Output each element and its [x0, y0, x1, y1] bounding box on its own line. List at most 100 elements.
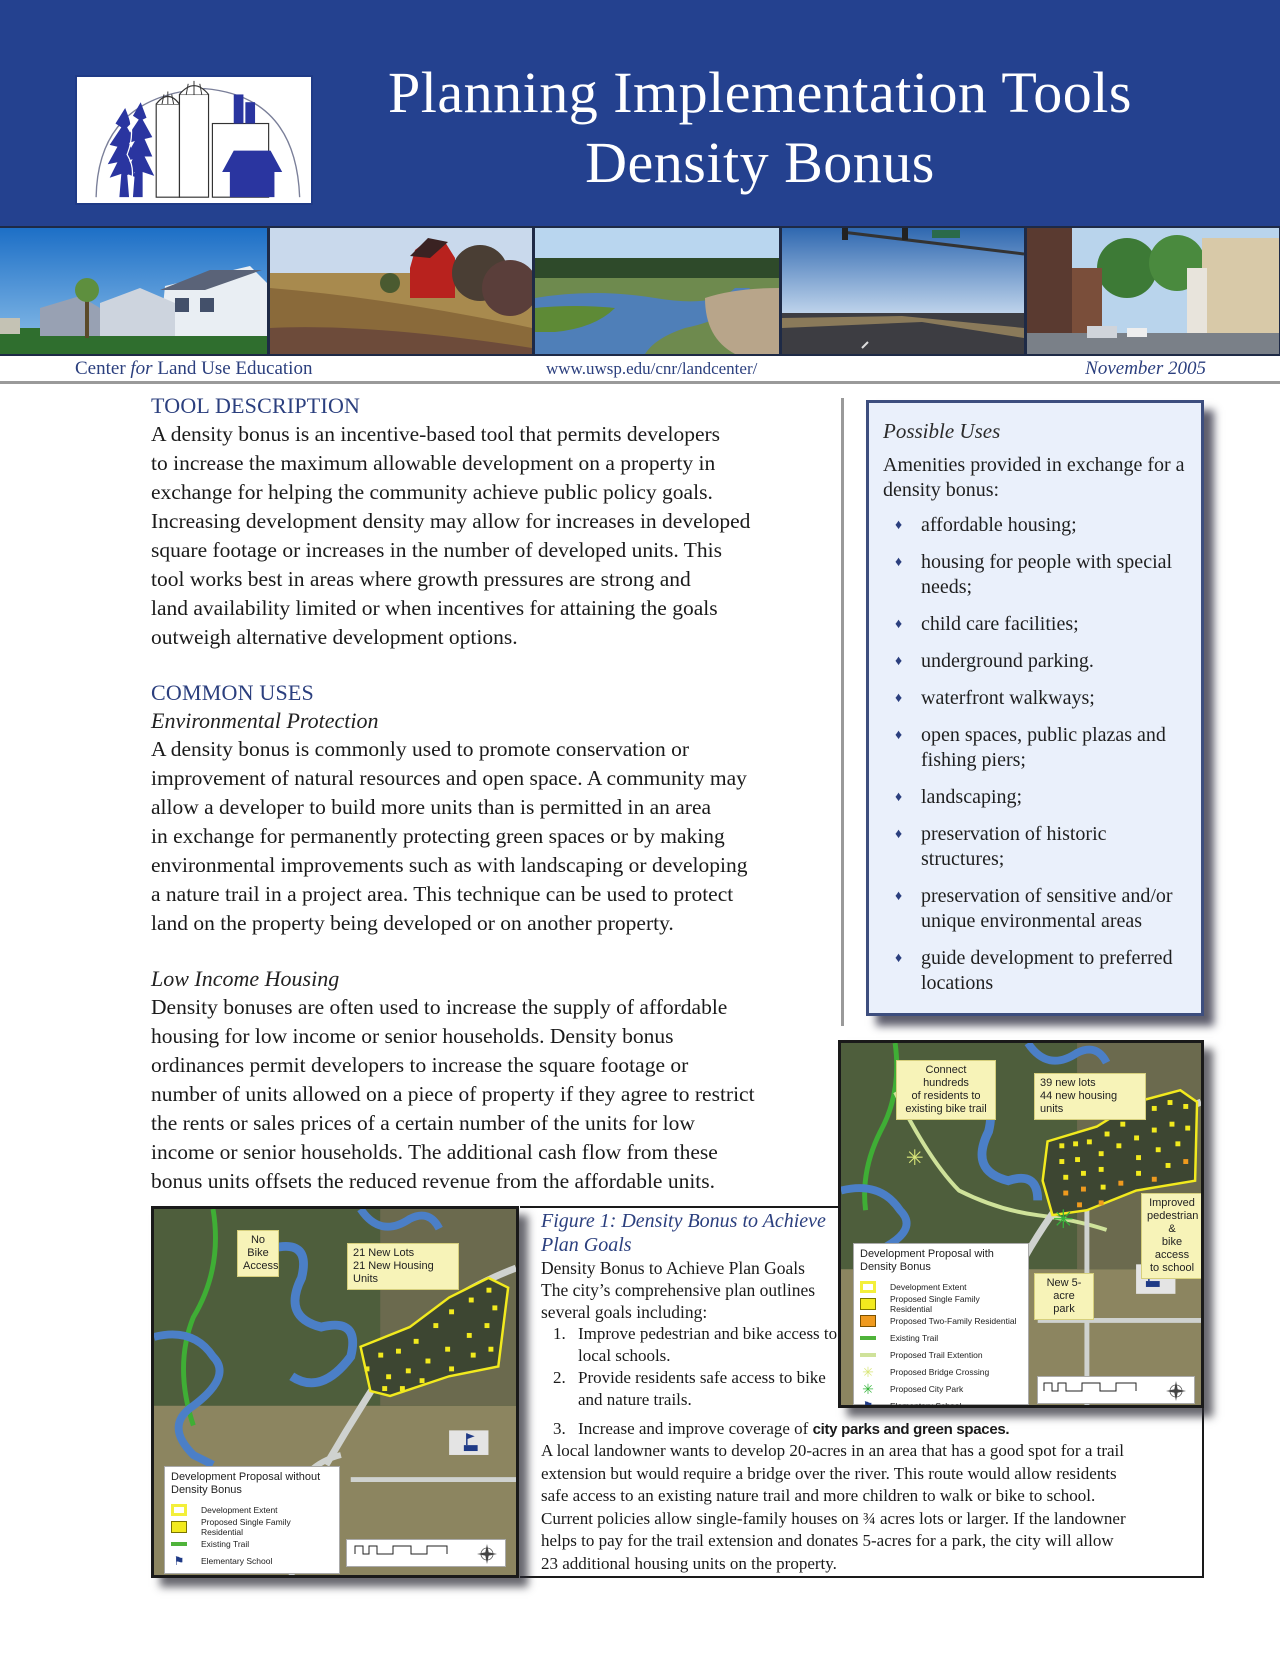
possible-uses-intro: Amenities provided in exchange for a den… — [883, 454, 1185, 501]
list-item: 1. Improve pedestrian and bike access to … — [553, 1324, 838, 1365]
extent-swatch-icon — [860, 1280, 876, 1293]
center-logo — [75, 75, 313, 205]
logo-farm-icon — [95, 80, 301, 198]
figure-title: Figure 1: Density Bonus to Achieve Plan … — [541, 1210, 826, 1256]
single-family-swatch-icon — [171, 1520, 187, 1533]
possible-uses-sidebar: Possible Uses Amenities provided in exch… — [866, 400, 1204, 1016]
svg-text:✳: ✳ — [906, 1146, 924, 1170]
column-divider — [841, 398, 844, 1026]
main-column: TOOL DESCRIPTION A density bonus is an i… — [151, 392, 831, 1196]
map-legend-with: Development Proposal with Density Bonus … — [853, 1243, 1029, 1405]
school-flag-icon: ⚑ — [862, 1398, 874, 1408]
legend-row: Proposed Single Family Residential — [860, 1294, 1022, 1314]
legend-row: ✳ Proposed Bridge Crossing — [860, 1363, 1022, 1380]
callout-connect-residents: Connect hundreds of residents to existin… — [896, 1060, 996, 1120]
city-park-icon: ✳ — [862, 1380, 874, 1397]
environmental-protection-heading: Environmental Protection — [151, 708, 379, 733]
low-income-housing-heading: Low Income Housing — [151, 966, 340, 991]
tool-description-heading: TOOL DESCRIPTION — [151, 393, 361, 418]
svg-text:✳: ✳ — [1053, 1205, 1074, 1234]
publication-date: November 2005 — [1085, 358, 1206, 379]
diamond-bullet-icon: ♦ — [895, 654, 903, 669]
legend-row: ✳ Proposed City Park — [860, 1380, 1022, 1397]
map-with-density-bonus: ✳ ✳ Connect hundreds of residents to exi… — [838, 1040, 1204, 1408]
callout-39-new-lots: 39 new lots 44 new housing units — [1034, 1073, 1146, 1120]
title-line-2: Density Bonus — [585, 130, 935, 195]
possible-uses-list: ♦ affordable housing; ♦ housing for people… — [883, 513, 1189, 996]
tool-description-body: A density bonus is an incentive-based to… — [151, 422, 751, 649]
figure-intro: The city’s comprehensive plan outlines s… — [541, 1280, 816, 1322]
trail-swatch-icon — [171, 1541, 187, 1546]
legend-row: Proposed Single Family Residential — [171, 1517, 333, 1537]
publisher-url-link[interactable]: www.uwsp.edu/cnr/landcenter/ — [546, 359, 757, 379]
list-item: ♦ child care facilities; — [895, 613, 1079, 635]
legend-title: Development Proposal with Density Bonus — [860, 1248, 994, 1273]
low-income-housing-body: Density bonuses are often used to increa… — [151, 995, 755, 1193]
legend-row: Development Extent — [860, 1278, 1022, 1295]
proposed-trail-swatch-icon — [860, 1352, 876, 1357]
map-scale-bar — [346, 1539, 506, 1567]
publication-info-bar: Center for Land Use Education www.uwsp.e… — [0, 356, 1280, 384]
header-banner: Planning Implementation Tools Density Bo… — [0, 0, 1280, 228]
main-street-town-photo — [1027, 228, 1279, 354]
single-family-swatch-icon — [860, 1297, 876, 1310]
figure-subtitle: Density Bonus to Achieve Plan Goals — [541, 1258, 805, 1278]
diamond-bullet-icon: ♦ — [895, 691, 903, 706]
diamond-bullet-icon: ♦ — [895, 827, 903, 842]
school-flag-icon: ⚑ — [173, 1553, 185, 1568]
diamond-bullet-icon: ♦ — [895, 790, 903, 805]
bridge-crossing-icon: ✳ — [862, 1363, 874, 1380]
title-line-1: Planning Implementation Tools — [388, 60, 1132, 125]
scale-north-arrow-icon — [1043, 1381, 1186, 1401]
list-item: 3. Increase and improve coverage of city … — [553, 1419, 1010, 1438]
diamond-bullet-icon: ♦ — [895, 555, 903, 570]
list-item: ♦ underground parking. — [895, 650, 1094, 672]
legend-row: Proposed Two-Family Residential — [860, 1312, 1022, 1329]
red-barn-field-photo — [270, 228, 532, 354]
scale-north-arrow-icon — [354, 1544, 497, 1564]
legend-row: Development Extent — [171, 1501, 333, 1518]
plan-goals-list: 1. Improve pedestrian and bike access to … — [553, 1323, 841, 1411]
list-item: ♦ preservation of sensitive and/or unique… — [895, 885, 1173, 932]
list-item: ♦ guide development to preferred location… — [895, 947, 1173, 994]
two-family-swatch-icon — [860, 1314, 876, 1327]
diamond-bullet-icon: ♦ — [895, 728, 903, 743]
list-item: ♦ preservation of historic structures; — [895, 823, 1107, 870]
figure-caption: Figure 1: Density Bonus to Achieve Plan … — [541, 1209, 841, 1411]
common-uses-heading: COMMON USES — [151, 680, 314, 705]
list-item: 2. Provide residents safe access to bike … — [553, 1368, 826, 1409]
list-item: ♦ housing for people with special needs; — [895, 551, 1173, 598]
diamond-bullet-icon: ♦ — [895, 951, 903, 966]
diamond-bullet-icon: ♦ — [895, 617, 903, 632]
callout-new-park: New 5-acre park — [1034, 1273, 1094, 1320]
legend-row: ⚑ Elementary School — [860, 1397, 1022, 1408]
list-item: ♦ open spaces, public plazas and fishing … — [895, 724, 1166, 771]
list-item: ♦ landscaping; — [895, 786, 1023, 808]
highway-intersection-photo — [782, 228, 1024, 354]
legend-row: Existing Trail — [860, 1329, 1022, 1346]
environmental-protection-body: A density bonus is commonly used to prom… — [151, 737, 748, 935]
diamond-bullet-icon: ♦ — [895, 889, 903, 904]
list-item: ♦ waterfront walkways; — [895, 687, 1095, 709]
legend-row: ⚑ Elementary School — [171, 1552, 333, 1569]
page-title: Planning Implementation Tools Density Bo… — [340, 58, 1180, 198]
legend-row: Proposed Trail Extention — [860, 1346, 1022, 1363]
map-legend-without: Development Proposal without Density Bon… — [164, 1466, 340, 1574]
legend-row: Existing Trail — [171, 1535, 333, 1552]
diamond-bullet-icon: ♦ — [895, 518, 903, 533]
figure-body: A local landowner wants to develop 20-ac… — [541, 1441, 1126, 1573]
map-without-density-bonus: No Bike Access 21 New Lots 21 New Housin… — [151, 1206, 519, 1578]
trail-swatch-icon — [860, 1335, 876, 1340]
photo-strip — [0, 226, 1280, 356]
suburban-houses-photo — [0, 228, 267, 354]
callout-21-new-lots: 21 New Lots 21 New Housing Units — [347, 1243, 459, 1290]
callout-improved-access: Improved pedestrian & bike access to sch… — [1141, 1193, 1201, 1279]
list-item: ♦ affordable housing; — [895, 514, 1077, 536]
possible-uses-title: Possible Uses — [883, 419, 1001, 443]
callout-no-bike-access: No Bike Access — [237, 1230, 279, 1277]
publisher-name: Center for Land Use Education — [75, 358, 313, 379]
extent-swatch-icon — [171, 1503, 187, 1516]
legend-title: Development Proposal without Density Bon… — [171, 1471, 321, 1496]
river-wetland-photo — [535, 228, 779, 354]
map-scale-bar — [1037, 1376, 1195, 1404]
